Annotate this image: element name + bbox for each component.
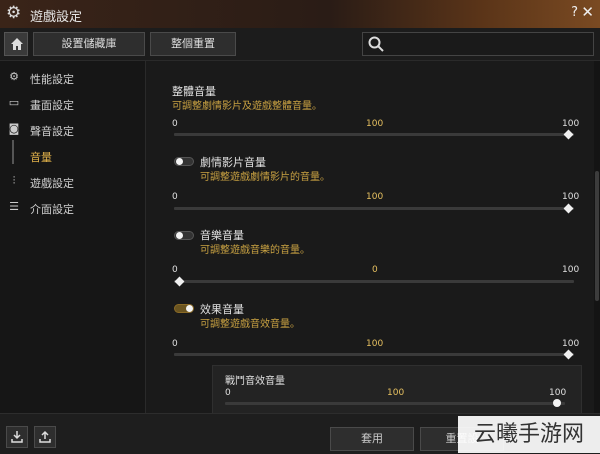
combat-sound-subpanel: 戰鬥音效音量 0 100 100	[212, 365, 582, 413]
content-scrollbar[interactable]	[594, 61, 600, 413]
combat-max-label: 100	[549, 388, 567, 398]
music-volume-handle[interactable]	[174, 276, 185, 287]
cinematic-min-label: 0	[172, 192, 178, 202]
speaker-icon: ◙	[8, 122, 20, 135]
cinematic-max-label: 100	[562, 192, 580, 202]
music-volume-desc: 可調整遊戲音樂的音量。	[200, 245, 310, 256]
master-value-label: 100	[366, 119, 384, 129]
sidebar-item-display[interactable]: ▭ 畫面設定	[0, 93, 145, 115]
scrollbar-thumb[interactable]	[595, 171, 599, 301]
export-button[interactable]	[34, 426, 56, 448]
settings-panel: 整體音量 可調整劇情影片及遊戲整體音量。 0 100 100 劇情影片音量 可調…	[146, 61, 594, 413]
combat-value-label: 100	[387, 388, 405, 398]
music-value-label: 0	[372, 265, 378, 275]
master-volume-desc: 可調整劇情影片及遊戲整體音量。	[172, 101, 322, 112]
cinematic-volume-handle[interactable]	[563, 203, 574, 214]
master-volume-slider[interactable]	[174, 133, 574, 136]
interface-icon: ☰	[9, 200, 19, 213]
music-max-label: 100	[562, 265, 580, 275]
combat-min-label: 0	[225, 388, 231, 398]
effects-volume-slider[interactable]	[174, 353, 574, 356]
cinematic-toggle[interactable]	[174, 157, 194, 166]
cinematic-value-label: 100	[366, 192, 384, 202]
sidebar-item-interface[interactable]: ☰ 介面設定	[0, 197, 145, 219]
cinematic-volume-slider[interactable]	[174, 207, 574, 210]
window-title: 遊戲設定	[30, 10, 83, 25]
help-button[interactable]: ?	[571, 5, 578, 20]
effects-max-label: 100	[562, 339, 580, 349]
toolbar: 設置儲藏庫 整個重置	[0, 28, 600, 61]
combat-volume-title: 戰鬥音效音量	[225, 376, 285, 387]
import-button[interactable]	[6, 426, 28, 448]
effects-volume-handle[interactable]	[563, 349, 574, 360]
effects-min-label: 0	[172, 339, 178, 349]
reset-all-button[interactable]: 整個重置	[150, 32, 236, 56]
search-input[interactable]	[362, 32, 594, 56]
toggle-dot	[176, 232, 183, 239]
effects-value-label: 100	[366, 339, 384, 349]
monitor-icon: ▭	[8, 96, 20, 109]
performance-icon: ⚙	[9, 70, 19, 83]
export-icon	[39, 430, 51, 443]
combat-volume-slider[interactable]	[225, 402, 565, 405]
toggle-dot	[176, 158, 183, 165]
apply-button[interactable]: 套用	[330, 427, 414, 451]
watermark: 云曦手游网	[458, 416, 600, 453]
import-icon	[11, 431, 23, 443]
save-library-button[interactable]: 設置儲藏庫	[33, 32, 145, 56]
master-volume-handle[interactable]	[563, 129, 574, 140]
music-toggle[interactable]	[174, 231, 194, 240]
close-button[interactable]: ✕	[581, 3, 594, 21]
master-min-label: 0	[172, 119, 178, 129]
master-max-label: 100	[562, 119, 580, 129]
home-icon	[11, 38, 23, 50]
home-button[interactable]	[4, 32, 28, 56]
combat-volume-handle[interactable]	[553, 399, 561, 407]
sidebar-item-performance[interactable]: ⚙ 性能設定	[0, 67, 145, 89]
sidebar-item-sound[interactable]: ◙ 聲音設定	[0, 119, 145, 141]
sliders-icon: ⫶	[12, 174, 16, 187]
search-icon	[368, 36, 384, 52]
sidebar-item-game[interactable]: ⫶ 遊戲設定	[0, 171, 145, 193]
sidebar: ⚙ 性能設定 ▭ 畫面設定 ◙ 聲音設定 音量 ⫶ 遊戲設定 ☰ 介面設定	[0, 61, 146, 413]
effects-toggle[interactable]	[174, 304, 194, 313]
effects-volume-desc: 可調整遊戲音效音量。	[200, 319, 300, 330]
sidebar-item-volume[interactable]: 音量	[0, 145, 145, 167]
title-bar: ⚙ 遊戲設定 ? ✕	[0, 0, 600, 28]
cinematic-volume-desc: 可調整遊戲劇情影片的音量。	[200, 172, 330, 183]
toggle-dot	[186, 305, 193, 312]
gear-icon: ⚙	[6, 3, 22, 23]
music-min-label: 0	[172, 265, 178, 275]
music-volume-slider[interactable]	[174, 280, 574, 283]
